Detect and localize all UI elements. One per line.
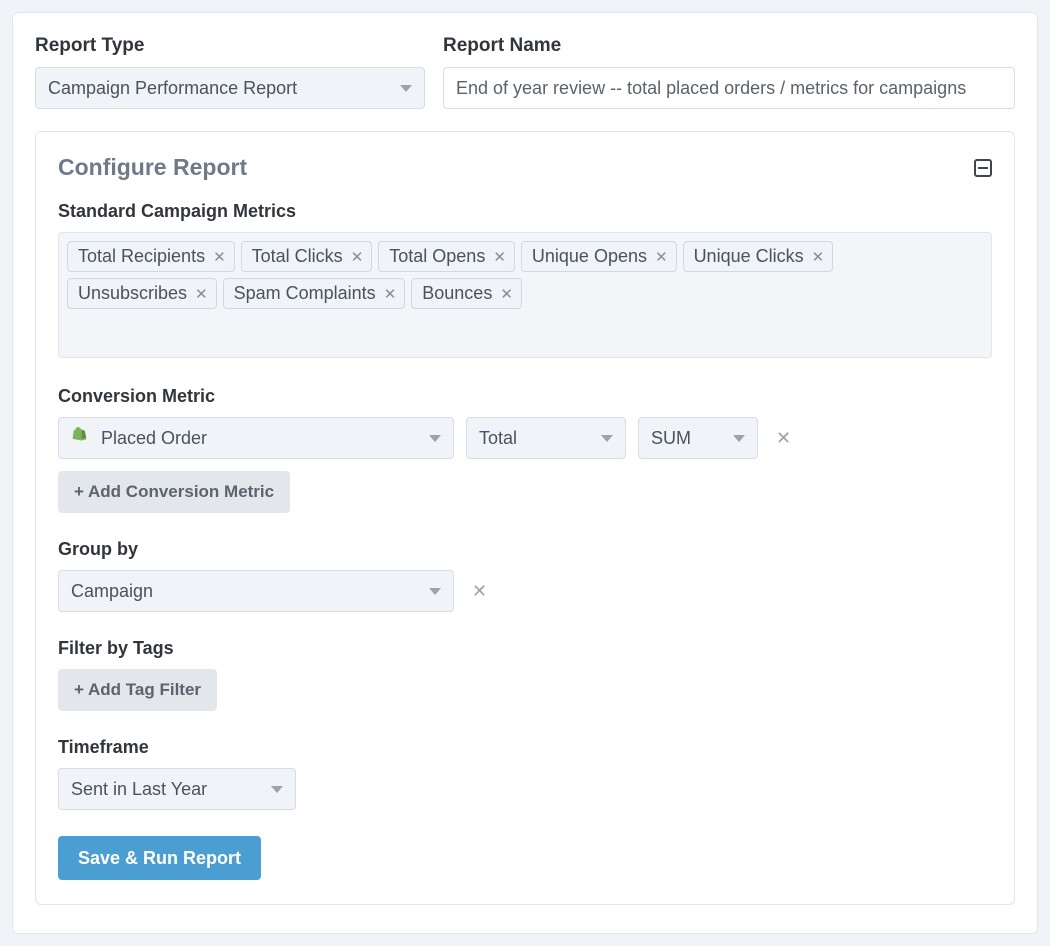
conversion-metric-select[interactable]: Placed Order — [58, 417, 454, 459]
filter-by-tags-section: Filter by Tags + Add Tag Filter — [58, 638, 992, 711]
close-icon[interactable]: ✕ — [195, 285, 208, 303]
add-tag-filter-button[interactable]: + Add Tag Filter — [58, 669, 217, 711]
configure-report-panel: Configure Report Standard Campaign Metri… — [35, 131, 1015, 905]
timeframe-section: Timeframe Sent in Last Year — [58, 737, 992, 810]
report-name-input[interactable] — [456, 78, 1002, 99]
report-name-label: Report Name — [443, 35, 1015, 57]
close-icon[interactable]: ✕ — [812, 248, 825, 266]
metric-chip-label: Unique Opens — [532, 246, 647, 267]
minus-icon — [978, 167, 988, 169]
report-type-value: Campaign Performance Report — [48, 78, 390, 99]
metric-chip[interactable]: Unique Clicks ✕ — [683, 241, 834, 272]
filter-by-tags-label: Filter by Tags — [58, 638, 992, 659]
report-builder-panel: Report Type Campaign Performance Report … — [12, 12, 1038, 934]
metric-chip[interactable]: Unsubscribes ✕ — [67, 278, 217, 309]
conversion-aggregate-select[interactable]: SUM — [638, 417, 758, 459]
metric-chip[interactable]: Unique Opens ✕ — [521, 241, 677, 272]
group-by-row: Campaign ✕ — [58, 570, 992, 612]
top-row: Report Type Campaign Performance Report … — [35, 35, 1015, 109]
metric-chip-label: Unique Clicks — [694, 246, 804, 267]
configure-title: Configure Report — [58, 154, 247, 181]
conversion-metric-section: Conversion Metric Placed Order Total SUM — [58, 386, 992, 513]
metric-chip-label: Total Clicks — [252, 246, 343, 267]
group-by-section: Group by Campaign ✕ — [58, 539, 992, 612]
conversion-summary-value: Total — [479, 428, 591, 449]
report-type-select[interactable]: Campaign Performance Report — [35, 67, 425, 109]
conversion-aggregate-value: SUM — [651, 428, 723, 449]
conversion-metric-value: Placed Order — [101, 428, 419, 449]
remove-group-by-button[interactable]: ✕ — [466, 581, 493, 602]
shopify-icon — [71, 427, 91, 449]
metric-chip-label: Total Recipients — [78, 246, 205, 267]
metric-chip[interactable]: Total Clicks ✕ — [241, 241, 373, 272]
close-icon[interactable]: ✕ — [500, 285, 513, 303]
metric-chip-label: Total Opens — [389, 246, 485, 267]
conversion-metric-row: Placed Order Total SUM ✕ — [58, 417, 992, 459]
standard-metrics-well[interactable]: Total Recipients✕Total Clicks✕Total Open… — [58, 232, 992, 358]
add-conversion-metric-button[interactable]: + Add Conversion Metric — [58, 471, 290, 513]
chevron-down-icon — [601, 435, 613, 442]
remove-conversion-metric-button[interactable]: ✕ — [770, 428, 797, 449]
report-name-field: Report Name — [443, 35, 1015, 109]
configure-header: Configure Report — [58, 154, 992, 181]
chevron-down-icon — [429, 588, 441, 595]
report-type-field: Report Type Campaign Performance Report — [35, 35, 425, 109]
chevron-down-icon — [271, 786, 283, 793]
conversion-summary-select[interactable]: Total — [466, 417, 626, 459]
close-icon[interactable]: ✕ — [213, 248, 226, 266]
timeframe-select[interactable]: Sent in Last Year — [58, 768, 296, 810]
group-by-select[interactable]: Campaign — [58, 570, 454, 612]
close-icon[interactable]: ✕ — [493, 248, 506, 266]
standard-metrics-label: Standard Campaign Metrics — [58, 201, 992, 222]
metric-chip[interactable]: Total Opens ✕ — [378, 241, 515, 272]
timeframe-value: Sent in Last Year — [71, 779, 261, 800]
group-by-value: Campaign — [71, 581, 419, 602]
report-type-label: Report Type — [35, 35, 425, 57]
chevron-down-icon — [429, 435, 441, 442]
close-icon[interactable]: ✕ — [384, 285, 397, 303]
metric-chip-label: Bounces — [422, 283, 492, 304]
standard-metrics-section: Standard Campaign Metrics Total Recipien… — [58, 201, 992, 358]
conversion-metric-label: Conversion Metric — [58, 386, 992, 407]
metric-chip[interactable]: Spam Complaints ✕ — [223, 278, 406, 309]
report-name-input-wrap — [443, 67, 1015, 109]
chevron-down-icon — [400, 85, 412, 92]
close-icon[interactable]: ✕ — [655, 248, 668, 266]
save-run-report-button[interactable]: Save & Run Report — [58, 836, 261, 880]
metric-chip[interactable]: Total Recipients ✕ — [67, 241, 235, 272]
metric-chip-label: Unsubscribes — [78, 283, 187, 304]
group-by-label: Group by — [58, 539, 992, 560]
close-icon[interactable]: ✕ — [351, 248, 364, 266]
chevron-down-icon — [733, 435, 745, 442]
timeframe-label: Timeframe — [58, 737, 992, 758]
metric-chip-label: Spam Complaints — [234, 283, 376, 304]
collapse-button[interactable] — [974, 159, 992, 177]
metric-chip[interactable]: Bounces ✕ — [411, 278, 522, 309]
